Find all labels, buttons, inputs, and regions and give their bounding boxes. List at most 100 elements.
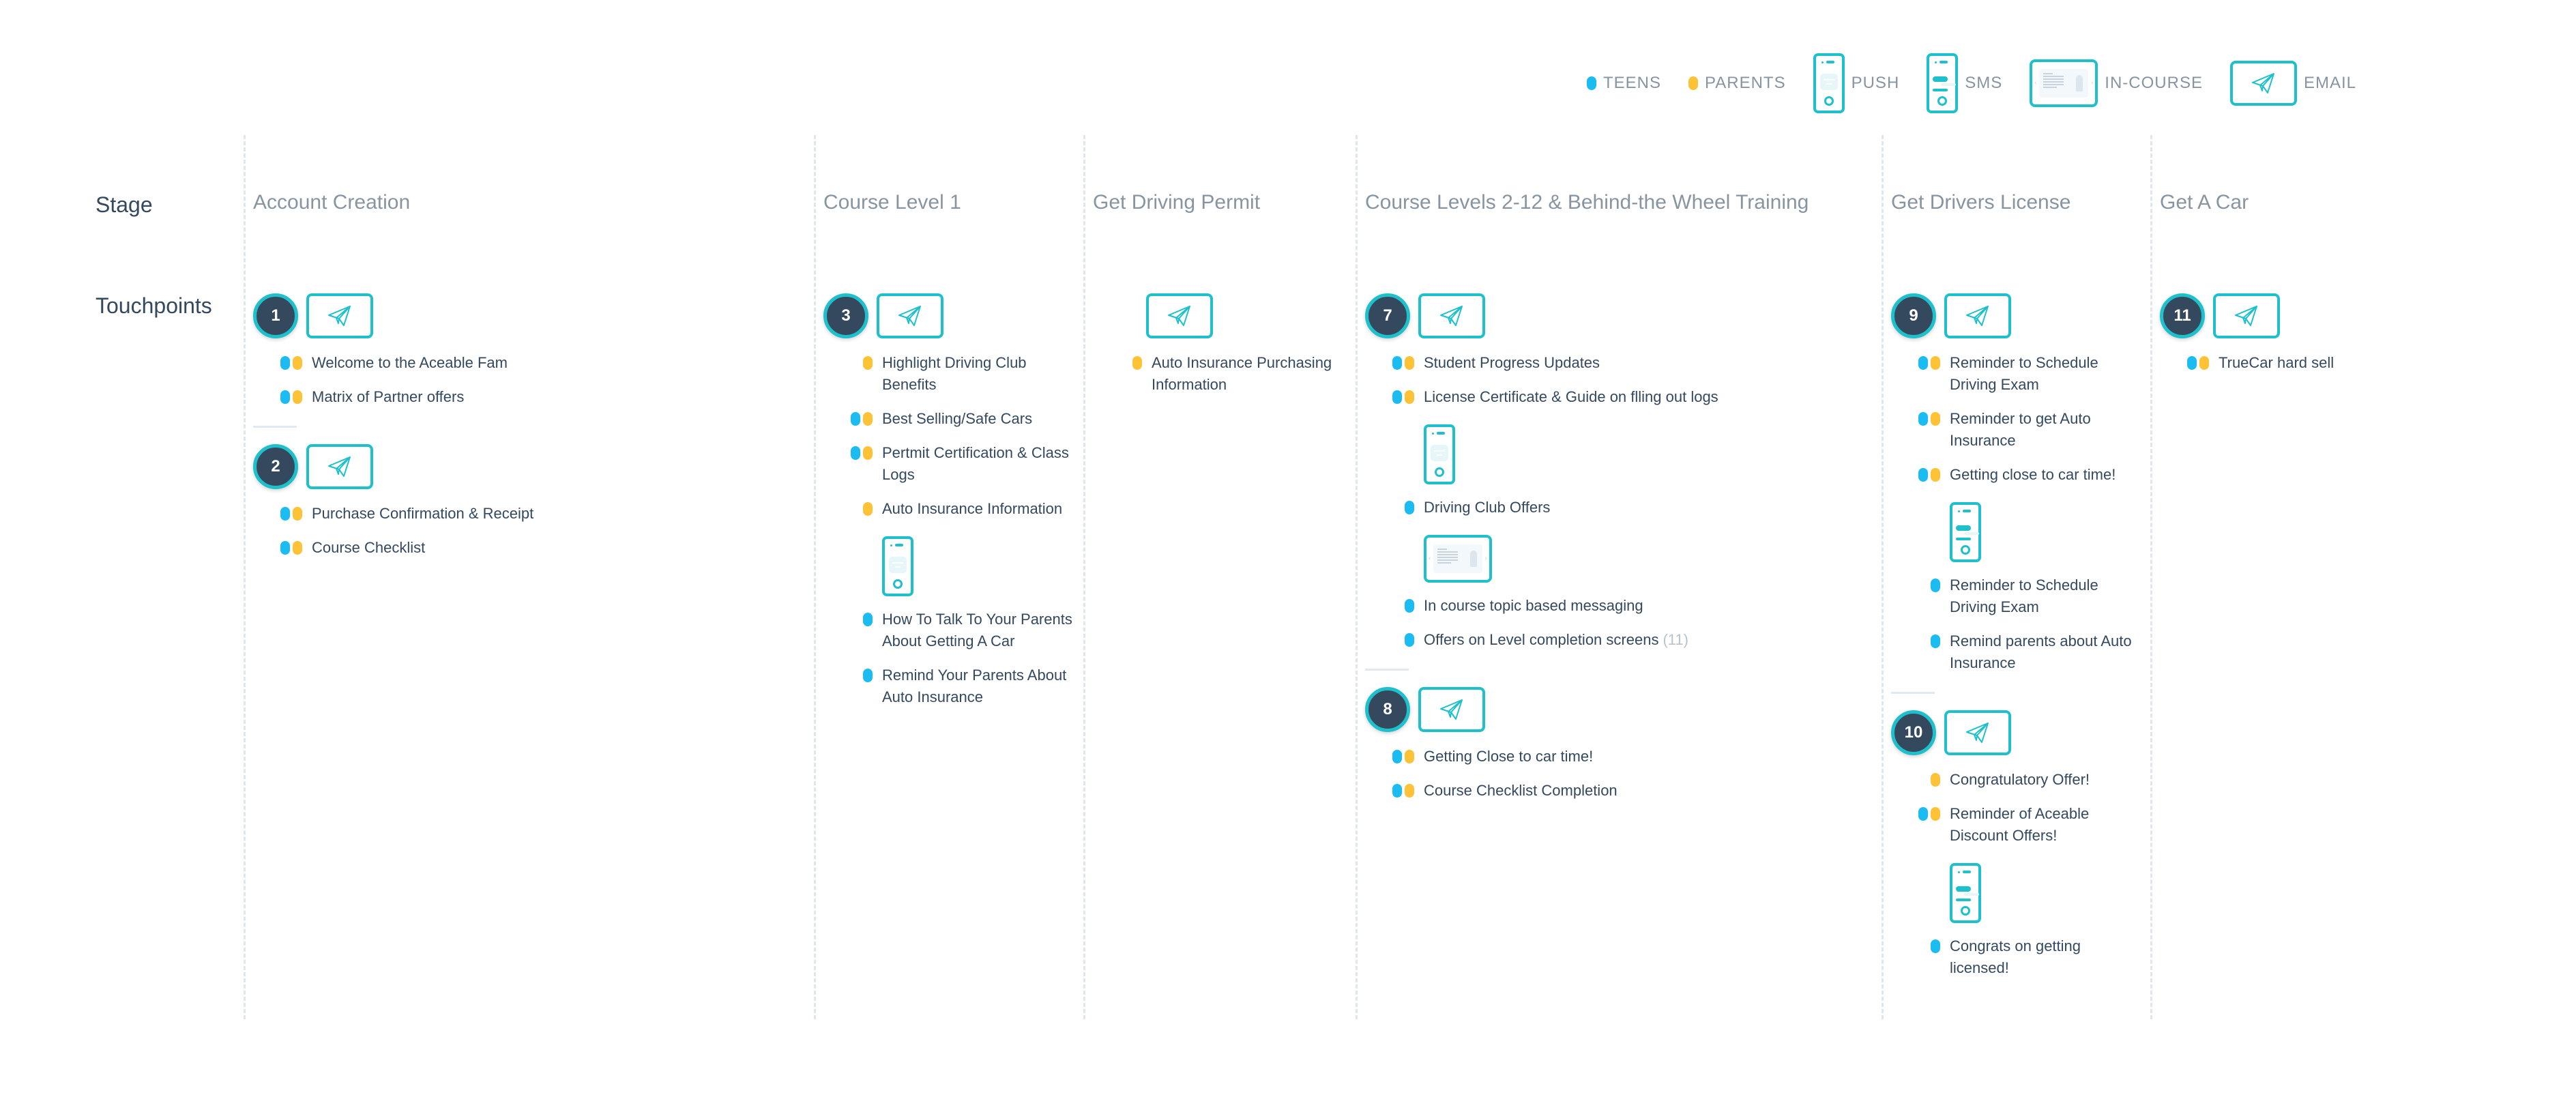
message-item[interactable]: Congrats on getting licensed!: [1891, 935, 2139, 979]
legend: TEENS PARENTS PUSH SMS ‹ › IN-COURSE EMAIL: [1587, 50, 2384, 116]
message-item[interactable]: Reminder of Aceable Discount Offers!: [1891, 803, 2139, 847]
parent-audience-dot: [1405, 784, 1414, 798]
channel-icon-wrapper: [882, 536, 1072, 596]
teen-audience-dot: [863, 669, 873, 682]
message-label: Purchase Confirmation & Receipt: [312, 505, 534, 522]
touchpoint-number-badge[interactable]: 7: [1365, 293, 1410, 338]
message-item[interactable]: Highlight Driving Club Benefits: [823, 352, 1072, 396]
push-phone-icon: [882, 536, 913, 596]
legend-item-email: EMAIL: [2229, 61, 2356, 106]
touchpoint: Auto Insurance Purchasing Information: [1093, 292, 1345, 396]
audience-dots: [1891, 574, 1940, 592]
message-item[interactable]: Auto Insurance Purchasing Information: [1093, 352, 1345, 396]
touchpoint: 9 Reminder to Schedule Driving Exam Remind…: [1891, 292, 2139, 674]
email-icon[interactable]: [1944, 293, 2011, 338]
column-divider: [244, 135, 246, 1019]
touchpoint-number-badge[interactable]: 11: [2160, 293, 2205, 338]
touchpoint-number-badge[interactable]: 9: [1891, 293, 1936, 338]
message-item[interactable]: License Certificate & Guide on flling ou…: [1365, 386, 1871, 408]
email-icon[interactable]: [877, 293, 943, 338]
email-icon[interactable]: [2213, 293, 2280, 338]
touchpoint-number-badge[interactable]: 3: [823, 293, 868, 338]
touchpoint: 7 Student Progress Updates License Certifi…: [1365, 292, 1871, 651]
message-item[interactable]: Getting close to car time!: [1891, 464, 2139, 486]
audience-dots: [823, 498, 873, 516]
email-icon[interactable]: [1418, 293, 1485, 338]
teen-audience-dot: [1918, 807, 1928, 821]
stage-column: Course Levels 2-12 & Behind-the Wheel Tr…: [1365, 191, 1871, 799]
legend-label: SMS: [1965, 74, 2003, 92]
message-text: Purchase Confirmation & Receipt: [312, 503, 533, 525]
message-item[interactable]: Offers on Level completion screens (11): [1365, 629, 1871, 651]
message-item[interactable]: Driving Club Offers: [1365, 497, 1871, 519]
touchpoint-list: 7 Student Progress Updates License Certifi…: [1365, 292, 1871, 802]
message-label: Remind Your Parents About Auto Insurance: [882, 667, 1067, 705]
message-item[interactable]: Auto Insurance Information: [823, 498, 1072, 520]
touchpoint-header: 10: [1891, 709, 2139, 757]
touchpoint-number-badge[interactable]: 8: [1365, 687, 1410, 732]
legend-item-in-course: ‹ › IN-COURSE: [2030, 59, 2203, 107]
email-icon[interactable]: [306, 444, 373, 489]
push-phone-icon: [1424, 424, 1455, 484]
audience-dots: [253, 352, 302, 370]
touchpoint-number-badge[interactable]: 1: [253, 293, 298, 338]
message-item[interactable]: Remind parents about Auto Insurance: [1891, 630, 2139, 674]
message-label: Matrix of Partner offers: [312, 388, 465, 405]
touchpoint-header: 2: [253, 443, 803, 491]
audience-dots: [823, 609, 873, 626]
in-course-icon: ‹ ›: [1424, 535, 1492, 583]
message-item[interactable]: Reminder to Schedule Driving Exam: [1891, 574, 2139, 618]
message-item[interactable]: Matrix of Partner offers: [253, 386, 803, 408]
message-text: Reminder to get Auto Insurance: [1950, 408, 2139, 452]
message-item[interactable]: Pertmit Certification & Class Logs: [823, 442, 1072, 486]
message-item[interactable]: TrueCar hard sell: [2160, 352, 2418, 374]
message-list: Highlight Driving Club Benefits Best Sell…: [823, 352, 1072, 708]
message-item[interactable]: Reminder to get Auto Insurance: [1891, 408, 2139, 452]
message-item[interactable]: In course topic based messaging: [1365, 595, 1871, 617]
message-label: How To Talk To Your Parents About Gettin…: [882, 611, 1072, 649]
email-icon[interactable]: [1146, 293, 1213, 338]
message-item[interactable]: Getting Close to car time!: [1365, 746, 1871, 768]
message-text: Welcome to the Aceable Fam: [312, 352, 508, 374]
message-item[interactable]: Purchase Confirmation & Receipt: [253, 503, 803, 525]
message-item[interactable]: Reminder to Schedule Driving Exam: [1891, 352, 2139, 396]
stage-title: Get Driving Permit: [1093, 191, 1261, 214]
email-icon[interactable]: [1944, 710, 2011, 755]
message-text: Highlight Driving Club Benefits: [882, 352, 1072, 396]
paper-plane-icon: [898, 306, 921, 326]
email-icon[interactable]: [306, 293, 373, 338]
teen-audience-dot: [280, 507, 290, 521]
message-list: Welcome to the Aceable Fam Matrix of Part…: [253, 352, 803, 408]
message-item[interactable]: Remind Your Parents About Auto Insurance: [823, 665, 1072, 708]
message-text: Best Selling/Safe Cars: [882, 408, 1032, 430]
message-text: Reminder to Schedule Driving Exam: [1950, 352, 2139, 396]
teen-audience-dot: [1918, 356, 1928, 370]
message-item[interactable]: How To Talk To Your Parents About Gettin…: [823, 609, 1072, 652]
audience-dots: [1365, 629, 1414, 647]
message-item[interactable]: Course Checklist: [253, 537, 803, 559]
message-item[interactable]: Student Progress Updates: [1365, 352, 1871, 374]
message-item[interactable]: Course Checklist Completion: [1365, 780, 1871, 802]
touchpoint-number-badge[interactable]: 2: [253, 444, 298, 489]
stage-column: Get Driving Permit Auto Insurance Purchas…: [1093, 191, 1345, 393]
message-text: TrueCar hard sell: [2219, 352, 2334, 374]
legend-label: PUSH: [1851, 74, 1900, 92]
paper-plane-icon: [1168, 306, 1190, 326]
message-label: Reminder to Schedule Driving Exam: [1950, 576, 2098, 615]
touchpoint-number-badge[interactable]: 10: [1891, 710, 1936, 755]
message-item[interactable]: Congratulatory Offer!: [1891, 769, 2139, 791]
audience-dots: [1365, 595, 1414, 613]
teen-audience-dot: [1392, 750, 1402, 763]
message-item[interactable]: Welcome to the Aceable Fam: [253, 352, 803, 374]
message-item[interactable]: Best Selling/Safe Cars: [823, 408, 1072, 430]
parent-audience-dot: [863, 446, 873, 460]
message-label: Remind parents about Auto Insurance: [1950, 632, 2132, 671]
touchpoint-list: 1 Welcome to the Aceable Fam Matrix of Par…: [253, 292, 803, 559]
stage-column: Course Level 1 3 Highlight Driving Club Be…: [823, 191, 1072, 705]
touchpoint-separator: [253, 426, 297, 428]
touchpoint-header: 1: [253, 292, 803, 340]
parent-audience-dot: [293, 356, 302, 370]
email-icon[interactable]: [1418, 687, 1485, 732]
paper-plane-icon: [2235, 306, 2257, 326]
message-text: In course topic based messaging: [1424, 595, 1643, 617]
